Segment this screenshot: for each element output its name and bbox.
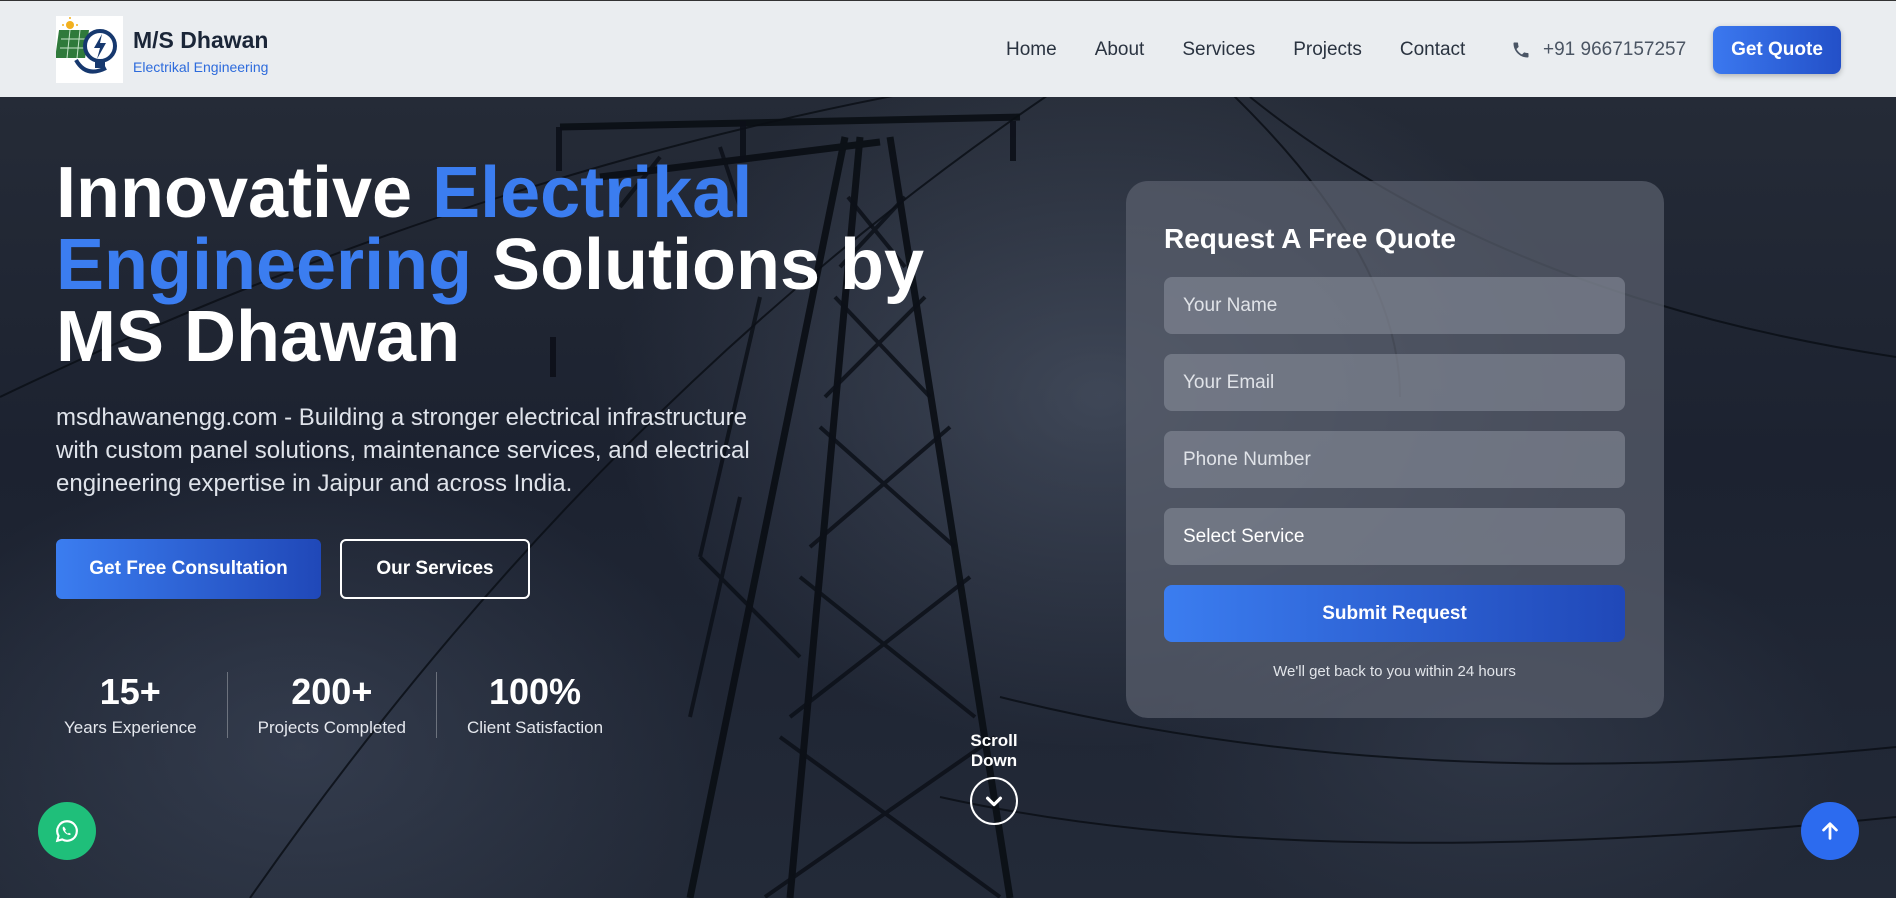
- stat-value: 15+: [99, 671, 161, 712]
- scroll-down-button[interactable]: [970, 777, 1018, 825]
- scroll-down-label: Scroll Down: [970, 731, 1018, 770]
- phone-input[interactable]: [1164, 431, 1625, 488]
- arrow-up-icon: [1822, 822, 1838, 840]
- submit-request-button[interactable]: Submit Request: [1164, 585, 1625, 642]
- phone-icon: [1513, 42, 1529, 58]
- scroll-down[interactable]: Scroll Down: [946, 731, 1042, 825]
- nav-about[interactable]: About: [1095, 39, 1145, 61]
- back-to-top-button[interactable]: [1801, 802, 1859, 860]
- title-accent-1: Electrikal: [432, 153, 753, 233]
- hero-title: Innovative Electrikal Engineering Soluti…: [56, 157, 956, 373]
- stat-label: Projects Completed: [257, 718, 406, 737]
- name-input[interactable]: [1164, 277, 1625, 334]
- stat-value: 100%: [488, 671, 582, 712]
- hero-section: Innovative Electrikal Engineering Soluti…: [0, 97, 1896, 898]
- quote-form-card: Request A Free Quote Select Service Subm…: [1126, 181, 1664, 718]
- main-nav: Home About Services Projects Contact: [1006, 39, 1465, 61]
- title-part-3: MS Dhawan: [56, 297, 461, 377]
- quote-form-title: Request A Free Quote: [1164, 223, 1456, 254]
- logo[interactable]: [55, 16, 123, 83]
- whatsapp-icon: [55, 820, 78, 843]
- stat-years: 15+ Years Experience: [56, 672, 227, 738]
- stat-projects: 200+ Projects Completed: [226, 671, 436, 738]
- solar-bulb-logo-icon: [55, 17, 117, 74]
- stat-label: Years Experience: [64, 718, 197, 737]
- stat-label: Client Satisfaction: [466, 718, 604, 737]
- hero-lead: msdhawanengg.com - Building a stronger e…: [56, 404, 750, 497]
- service-select[interactable]: Select Service: [1164, 508, 1625, 565]
- nav-services[interactable]: Services: [1182, 39, 1255, 61]
- service-select-value: Select Service: [1183, 525, 1305, 547]
- brand[interactable]: M/S Dhawan Electrikal Engineering: [133, 27, 268, 75]
- brand-name: M/S Dhawan: [133, 27, 269, 53]
- our-services-button[interactable]: Our Services: [340, 539, 530, 599]
- stat-satisfaction: 100% Client Satisfaction: [435, 671, 633, 738]
- phone-number: +91 9667157257: [1543, 39, 1687, 60]
- title-accent-2: Engineering: [56, 225, 473, 305]
- brand-tagline: Electrikal Engineering: [133, 59, 269, 75]
- get-quote-button[interactable]: Get Quote: [1713, 26, 1841, 74]
- site-header: M/S Dhawan Electrikal Engineering Home A…: [0, 0, 1896, 97]
- email-input[interactable]: [1164, 354, 1625, 411]
- phone-link[interactable]: +91 9667157257: [1511, 39, 1686, 61]
- stats-row: 15+ Years Experience 200+ Projects Compl…: [56, 672, 633, 738]
- nav-contact[interactable]: Contact: [1400, 39, 1465, 61]
- whatsapp-button[interactable]: [38, 802, 96, 860]
- chevron-down-icon: [985, 796, 1003, 807]
- nav-home[interactable]: Home: [1006, 39, 1057, 61]
- stat-value: 200+: [291, 671, 373, 712]
- nav-projects[interactable]: Projects: [1293, 39, 1362, 61]
- get-free-consultation-button[interactable]: Get Free Consultation: [56, 539, 321, 599]
- title-part-1: Innovative: [56, 153, 433, 233]
- title-part-2: Solutions by: [472, 225, 925, 305]
- response-note: We'll get back to you within 24 hours: [1273, 663, 1516, 680]
